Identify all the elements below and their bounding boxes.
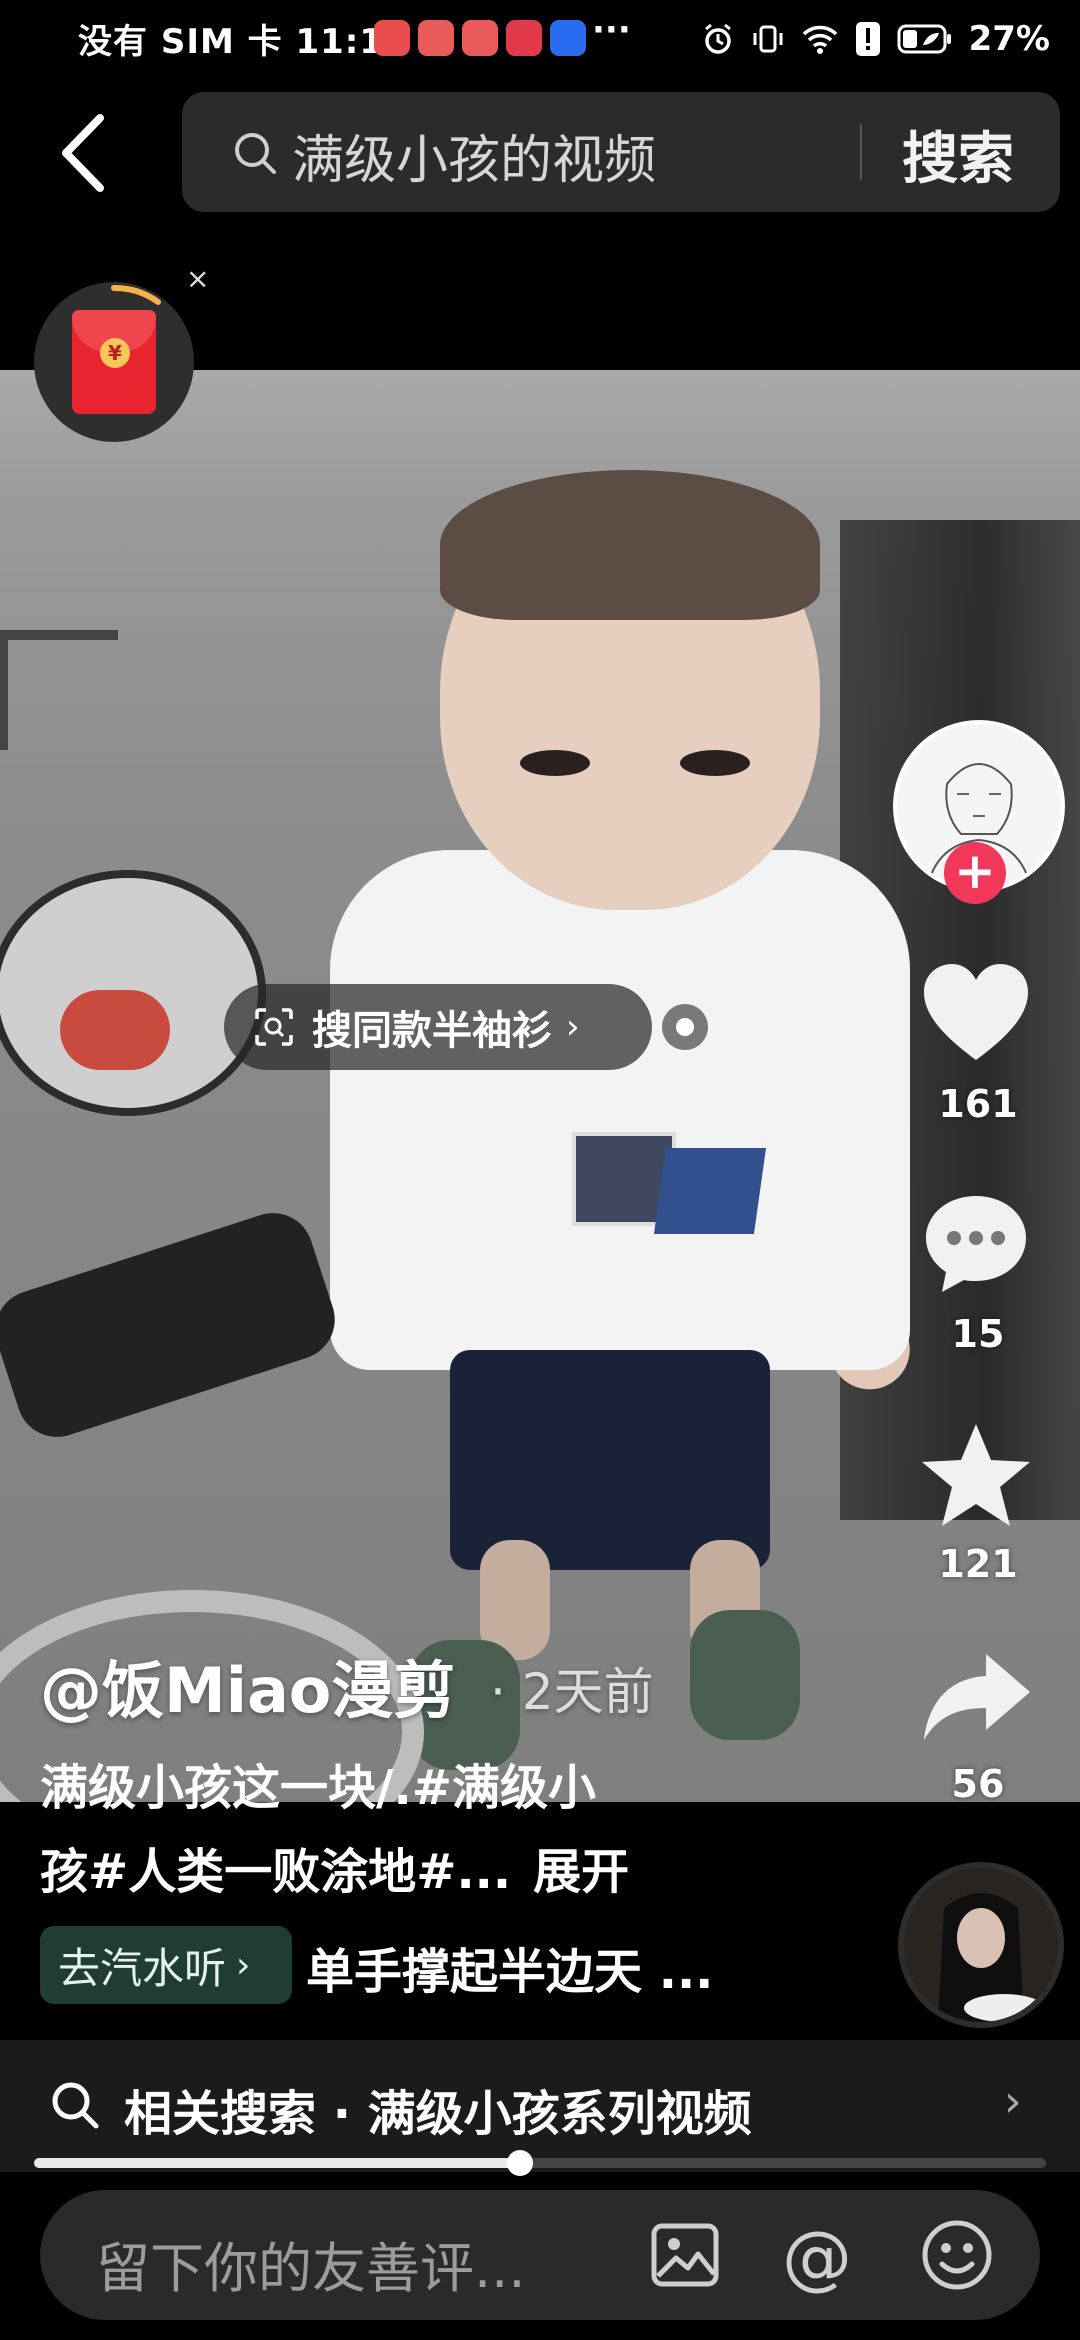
music-disc-avatar[interactable] xyxy=(898,1862,1064,2028)
search-bar[interactable]: 满级小孩的视频 搜索 xyxy=(182,92,1060,212)
scan-icon xyxy=(255,1008,293,1046)
video-progress-thumb[interactable] xyxy=(506,2150,533,2176)
back-icon[interactable] xyxy=(48,108,118,198)
wifi-icon xyxy=(802,25,837,54)
comment-bar[interactable]: 留下你的友善评... @ xyxy=(40,2190,1040,2320)
related-search-bar[interactable]: 相关搜索 · 满级小孩系列视频 › xyxy=(0,2040,1080,2172)
product-search-tag[interactable]: 搜同款半袖衫 › xyxy=(224,984,652,1070)
caption-expand-button[interactable]: 展开 xyxy=(533,1844,629,1900)
at-icon[interactable]: @ xyxy=(782,2216,852,2298)
caption-line: 孩#人类一败涂地#... 展开 xyxy=(40,1832,629,1902)
search-divider xyxy=(860,124,862,180)
video-kid-shirt xyxy=(330,850,910,1370)
video-kid-eye xyxy=(520,750,590,776)
share-count: 56 xyxy=(951,1762,1005,1806)
more-notifications: ··· xyxy=(592,10,631,50)
video-shirt-print xyxy=(653,1148,767,1234)
star-icon[interactable] xyxy=(918,1420,1034,1530)
product-tag-label: 搜同款半袖衫 xyxy=(312,1008,552,1054)
comment-count: 15 xyxy=(951,1312,1005,1356)
red-packet-coin-icon: ¥ xyxy=(100,338,130,368)
caption-text: 孩#人类一败涂地#... xyxy=(40,1844,512,1900)
music-title[interactable]: 单手撑起半边天 ... xyxy=(306,1932,713,2002)
video-progress-fill xyxy=(34,2158,520,2168)
like-count: 161 xyxy=(938,1082,1018,1126)
bulb-app-icon xyxy=(550,20,586,56)
follow-button[interactable]: + xyxy=(944,842,1006,904)
alert-icon xyxy=(855,22,880,56)
music-disc-image xyxy=(904,1868,1058,2022)
chevron-right-icon: › xyxy=(1004,2076,1022,2127)
product-tag-anchor-dot xyxy=(676,1018,694,1036)
video-kid-eye xyxy=(680,750,750,776)
status-right: 27% xyxy=(701,14,1050,64)
comment-input[interactable]: 留下你的友善评... xyxy=(96,2224,526,2303)
video-kid-shorts xyxy=(450,1350,770,1570)
battery-percent: 27% xyxy=(968,19,1050,59)
chevron-right-icon: › xyxy=(566,1007,580,1047)
search-icon xyxy=(235,133,276,174)
video-kid-hair xyxy=(440,470,820,620)
author-name[interactable]: @饭Miao漫剪 xyxy=(40,1640,455,1730)
heart-icon[interactable] xyxy=(920,960,1032,1068)
video-mirror-reflection xyxy=(60,990,170,1070)
emoji-icon[interactable] xyxy=(920,2218,994,2292)
app-notification-icon xyxy=(462,20,498,56)
search-icon xyxy=(52,2082,99,2129)
battery-icon xyxy=(897,24,951,54)
app-notification-icon xyxy=(374,20,410,56)
video-kid-sandal xyxy=(690,1610,800,1740)
music-chip[interactable]: 去汽水听 › xyxy=(40,1926,292,2004)
chevron-right-icon: › xyxy=(236,1944,251,1986)
video-bench xyxy=(0,630,118,750)
search-input[interactable]: 满级小孩的视频 xyxy=(292,118,656,193)
music-chip-label: 去汽水听 xyxy=(58,1943,227,1993)
video-handlebar xyxy=(0,1202,346,1448)
vibrate-icon xyxy=(753,25,783,53)
book-app-icon xyxy=(506,20,542,56)
image-icon[interactable] xyxy=(650,2222,720,2288)
close-icon[interactable]: × xyxy=(186,262,209,295)
alarm-icon xyxy=(704,23,731,54)
post-time: · 2天前 xyxy=(490,1663,654,1721)
share-icon[interactable] xyxy=(920,1648,1034,1744)
app-notification-icon xyxy=(418,20,454,56)
status-bar: 没有 SIM 卡 11:10 ··· 27% xyxy=(0,0,1080,80)
comment-icon[interactable] xyxy=(920,1190,1032,1298)
favorite-count: 121 xyxy=(938,1542,1018,1586)
related-search-label: 相关搜索 · 满级小孩系列视频 xyxy=(124,2086,752,2142)
caption-line: 满级小孩这一块/.#满级小 xyxy=(40,1760,596,1816)
status-time-carrier: 没有 SIM 卡 11:10 xyxy=(78,22,409,62)
search-button[interactable]: 搜索 xyxy=(902,114,1014,195)
